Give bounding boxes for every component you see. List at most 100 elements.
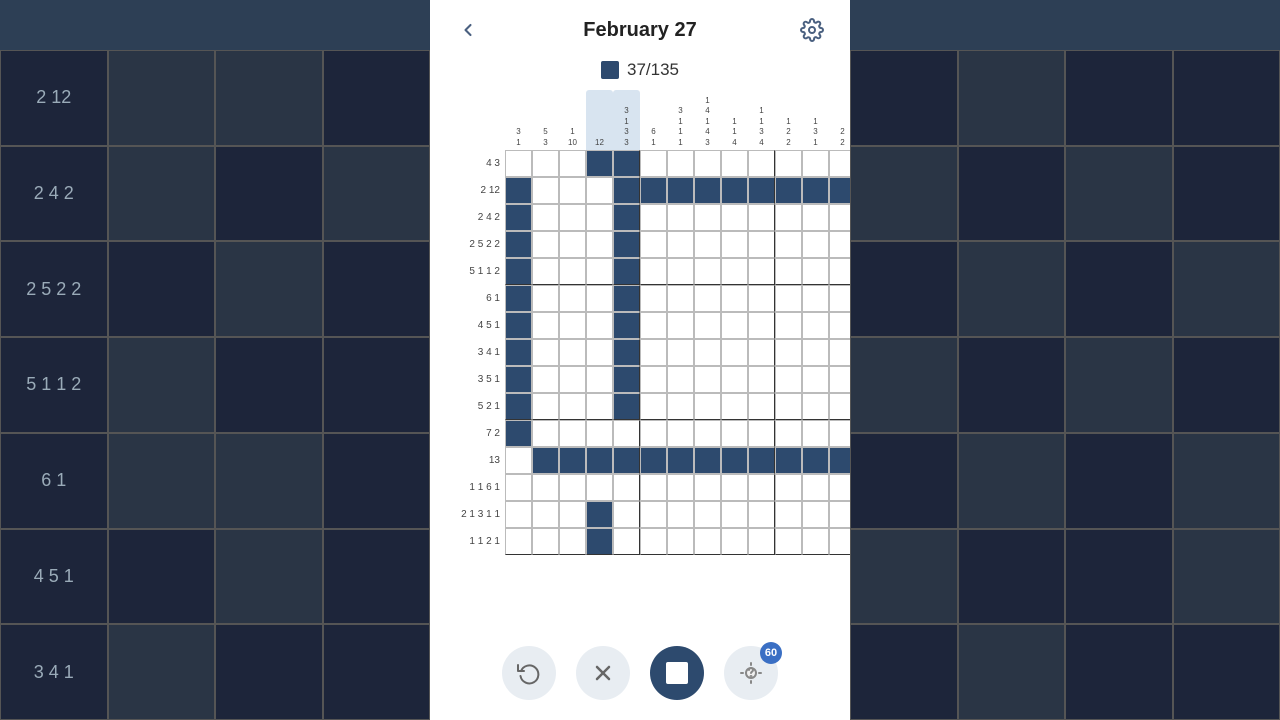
grid-cell[interactable] <box>613 177 640 204</box>
grid-cell[interactable] <box>829 528 850 555</box>
grid-cell[interactable] <box>694 393 721 420</box>
grid-cell[interactable] <box>775 231 802 258</box>
grid-cell[interactable] <box>829 393 850 420</box>
grid-cell[interactable] <box>802 312 829 339</box>
grid-cell[interactable] <box>532 474 559 501</box>
grid-cell[interactable] <box>721 447 748 474</box>
grid-cell[interactable] <box>829 312 850 339</box>
grid-cell[interactable] <box>721 420 748 447</box>
grid-cell[interactable] <box>802 393 829 420</box>
grid-cell[interactable] <box>640 501 667 528</box>
grid-cell[interactable] <box>667 528 694 555</box>
grid-cell[interactable] <box>532 393 559 420</box>
grid-cell[interactable] <box>667 177 694 204</box>
grid-cell[interactable] <box>748 474 775 501</box>
grid-cell[interactable] <box>667 393 694 420</box>
grid-cell[interactable] <box>667 420 694 447</box>
grid-cell[interactable] <box>775 366 802 393</box>
grid-cell[interactable] <box>505 501 532 528</box>
grid-cell[interactable] <box>694 366 721 393</box>
grid-cell[interactable] <box>559 177 586 204</box>
grid-cell[interactable] <box>748 366 775 393</box>
grid-cell[interactable] <box>775 501 802 528</box>
grid-cell[interactable] <box>748 447 775 474</box>
grid-cell[interactable] <box>532 204 559 231</box>
grid-cell[interactable] <box>586 150 613 177</box>
grid-cell[interactable] <box>667 150 694 177</box>
grid-cell[interactable] <box>694 312 721 339</box>
grid-cell[interactable] <box>694 447 721 474</box>
grid-cell[interactable] <box>586 447 613 474</box>
grid-cell[interactable] <box>748 285 775 312</box>
grid-cell[interactable] <box>532 231 559 258</box>
grid-cell[interactable] <box>559 258 586 285</box>
grid-cell[interactable] <box>586 420 613 447</box>
grid-cell[interactable] <box>829 231 850 258</box>
hint-button[interactable]: 60 <box>724 646 778 700</box>
grid-cell[interactable] <box>640 231 667 258</box>
grid-cell[interactable] <box>613 312 640 339</box>
grid-cell[interactable] <box>748 339 775 366</box>
grid-cell[interactable] <box>721 285 748 312</box>
grid-cell[interactable] <box>802 204 829 231</box>
fill-button[interactable] <box>650 646 704 700</box>
grid-cell[interactable] <box>694 204 721 231</box>
grid-cell[interactable] <box>505 150 532 177</box>
grid-cell[interactable] <box>667 366 694 393</box>
grid-cell[interactable] <box>532 501 559 528</box>
grid-cell[interactable] <box>559 474 586 501</box>
grid-cell[interactable] <box>667 231 694 258</box>
grid-cell[interactable] <box>586 501 613 528</box>
grid-cell[interactable] <box>505 420 532 447</box>
grid-cell[interactable] <box>640 420 667 447</box>
grid-cell[interactable] <box>721 150 748 177</box>
grid-cell[interactable] <box>613 366 640 393</box>
grid-cell[interactable] <box>775 339 802 366</box>
grid-cell[interactable] <box>802 447 829 474</box>
grid-cell[interactable] <box>586 366 613 393</box>
grid-cell[interactable] <box>802 285 829 312</box>
grid-cell[interactable] <box>613 393 640 420</box>
grid-cell[interactable] <box>667 339 694 366</box>
grid-cell[interactable] <box>667 312 694 339</box>
grid-cell[interactable] <box>829 474 850 501</box>
grid-cell[interactable] <box>559 420 586 447</box>
grid-cell[interactable] <box>748 393 775 420</box>
grid-cell[interactable] <box>802 420 829 447</box>
grid-cell[interactable] <box>667 447 694 474</box>
grid-cell[interactable] <box>802 231 829 258</box>
grid-cell[interactable] <box>505 312 532 339</box>
grid-cell[interactable] <box>721 204 748 231</box>
grid-cell[interactable] <box>694 474 721 501</box>
grid-cell[interactable] <box>613 501 640 528</box>
grid-cell[interactable] <box>775 528 802 555</box>
grid-cell[interactable] <box>586 231 613 258</box>
grid-cell[interactable] <box>775 177 802 204</box>
grid-cell[interactable] <box>586 528 613 555</box>
grid-cell[interactable] <box>748 204 775 231</box>
grid-cell[interactable] <box>586 474 613 501</box>
grid-cell[interactable] <box>721 501 748 528</box>
grid-cell[interactable] <box>667 285 694 312</box>
grid-cell[interactable] <box>829 501 850 528</box>
grid-cell[interactable] <box>505 285 532 312</box>
grid-cell[interactable] <box>559 204 586 231</box>
grid-cell[interactable] <box>559 528 586 555</box>
grid-cell[interactable] <box>721 339 748 366</box>
grid-cell[interactable] <box>694 501 721 528</box>
grid-cell[interactable] <box>748 501 775 528</box>
grid-cell[interactable] <box>775 150 802 177</box>
grid-cell[interactable] <box>586 339 613 366</box>
grid-cell[interactable] <box>559 501 586 528</box>
grid-cell[interactable] <box>802 501 829 528</box>
grid-cell[interactable] <box>532 312 559 339</box>
grid-cell[interactable] <box>586 285 613 312</box>
grid-cell[interactable] <box>532 177 559 204</box>
grid-cell[interactable] <box>613 420 640 447</box>
grid-cell[interactable] <box>586 177 613 204</box>
grid-cell[interactable] <box>559 393 586 420</box>
grid-cell[interactable] <box>721 366 748 393</box>
grid-cell[interactable] <box>694 420 721 447</box>
grid-cell[interactable] <box>532 258 559 285</box>
grid-cell[interactable] <box>775 285 802 312</box>
